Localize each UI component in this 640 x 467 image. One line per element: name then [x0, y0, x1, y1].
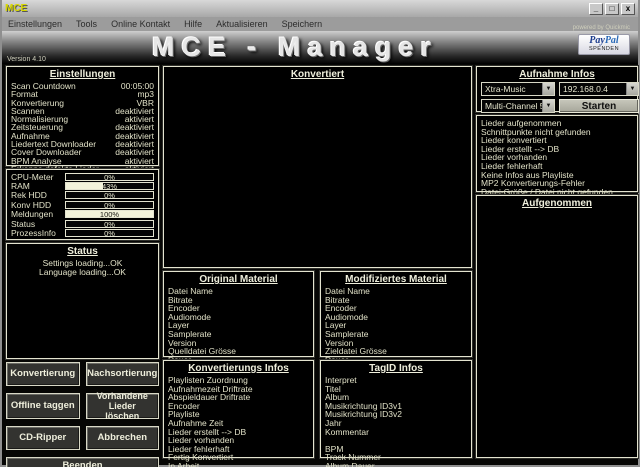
offline-taggen-button[interactable]: Offline taggen — [6, 393, 80, 419]
field-label: Audiomode — [168, 313, 309, 322]
menu-online-kontakt[interactable]: Online Kontakt — [111, 19, 170, 29]
meter-row: Meldungen 100% — [11, 210, 154, 219]
chevron-down-icon[interactable]: ▼ — [542, 100, 554, 112]
status-meter-bar: 0% — [65, 220, 154, 228]
tagid-infos-title: TagID Infos — [325, 363, 467, 374]
original-material-panel: Original Material Datei Name Bitrate Enc… — [163, 271, 314, 357]
starten-button[interactable]: Starten — [559, 99, 639, 113]
app-title: MCE - Manager — [152, 32, 438, 63]
header-banner: MCE - Manager PayPal SPENDEN — [2, 31, 638, 64]
konvertiert-panel: Konvertiert — [163, 66, 472, 268]
menu-hilfe[interactable]: Hilfe — [184, 19, 202, 29]
recording-messages-panel: Lieder aufgenommen Schnittpunkte nicht g… — [476, 115, 638, 192]
powered-by-text: powered by Quickmic — [573, 25, 630, 31]
vorhandene-lieder-loeschen-button[interactable]: Vorhandene Lieder löschen — [86, 393, 160, 419]
ram-meter-bar: 43% — [65, 182, 154, 190]
meter-row: Konv HDD 0% — [11, 200, 154, 209]
action-buttons: Konvertierung Nachsortierung Offline tag… — [6, 362, 159, 460]
abbrechen-button[interactable]: Abbrechen — [86, 426, 160, 450]
tagid-infos-panel: TagID Infos Interpret Titel Album Musikr… — [320, 360, 472, 458]
meter-row: CPU-Meter 0% — [11, 172, 154, 181]
menu-aktualisieren[interactable]: Aktualisieren — [216, 19, 268, 29]
chevron-down-icon[interactable]: ▼ — [626, 83, 638, 95]
paypal-donate-label: SPENDEN — [579, 46, 629, 52]
nachsortierung-button[interactable]: Nachsortierung — [86, 362, 160, 386]
ip-select[interactable]: 192.168.0.4 ▼ — [559, 82, 639, 96]
aufgenommen-title: Aufgenommen — [481, 198, 633, 209]
conversion-infos-panel: Konvertierungs Infos Playlisten Zuordnun… — [163, 360, 314, 458]
version-text: Version 4.10 — [7, 56, 46, 63]
title-bar: MCE _ □ x — [2, 0, 638, 17]
close-button[interactable]: x — [621, 3, 635, 15]
meters-panel: CPU-Meter 0% RAM 43% Rek HDD 0% Konv HDD… — [6, 169, 159, 240]
field-label: Interpret — [325, 376, 467, 385]
original-material-title: Original Material — [168, 274, 309, 285]
field-label: Kommentar — [325, 428, 467, 437]
menu-bar: Einstellungen Tools Online Kontakt Hilfe… — [2, 17, 638, 31]
field-spacer — [325, 436, 467, 445]
status-line: Language loading...OK — [11, 268, 154, 277]
maximize-button[interactable]: □ — [605, 3, 619, 15]
settings-title: Einstellungen — [11, 69, 154, 80]
aufnahme-infos-title: Aufnahme Infos — [481, 69, 633, 80]
aufgenommen-panel: Aufgenommen — [476, 195, 638, 458]
konvertierung-button[interactable]: Konvertierung — [6, 362, 80, 386]
cpu-meter-bar: 0% — [65, 173, 154, 181]
menu-speichern[interactable]: Speichern — [282, 19, 323, 29]
field-label: Audiomode — [325, 313, 467, 322]
meldungen-meter-bar: 100% — [65, 210, 154, 218]
source-select[interactable]: Xtra-Music ▼ — [481, 82, 555, 96]
konv-hdd-meter-bar: 0% — [65, 201, 154, 209]
konvertiert-title: Konvertiert — [168, 69, 467, 80]
conversion-infos-title: Konvertierungs Infos — [168, 363, 309, 374]
mce-manager-window: MCE _ □ x Einstellungen Tools Online Kon… — [0, 0, 640, 467]
meter-row: Status 0% — [11, 219, 154, 228]
minimize-button[interactable]: _ — [589, 3, 603, 15]
field-label: In Arbeit — [168, 462, 309, 467]
modified-material-title: Modifiziertes Material — [325, 274, 467, 285]
status-panel: Status Settings loading...OK Language lo… — [6, 243, 159, 359]
beenden-button[interactable]: Beenden — [6, 457, 159, 467]
menu-einstellungen[interactable]: Einstellungen — [8, 19, 62, 29]
rek-hdd-meter-bar: 0% — [65, 191, 154, 199]
field-label: Musikrichtung ID3v2 — [325, 410, 467, 419]
meter-row: Rek HDD 0% — [11, 191, 154, 200]
modified-material-panel: Modifiziertes Material Datei Name Bitrat… — [320, 271, 472, 357]
meter-row: RAM 43% — [11, 181, 154, 190]
channel-select[interactable]: Multi-Channel 5 ▼ — [481, 99, 555, 113]
window-title: MCE — [5, 3, 27, 14]
chevron-down-icon[interactable]: ▼ — [542, 83, 554, 95]
status-title: Status — [11, 246, 154, 257]
field-label: Album Dauer — [325, 462, 467, 467]
settings-panel: Einstellungen Scan Countdown00:05:00 For… — [6, 66, 159, 166]
menu-tools[interactable]: Tools — [76, 19, 97, 29]
paypal-logo: PayPal — [579, 36, 629, 46]
cd-ripper-button[interactable]: CD-Ripper — [6, 426, 80, 450]
paypal-donate-button[interactable]: PayPal SPENDEN — [578, 34, 630, 55]
meter-row: ProzessInfo 0% — [11, 228, 154, 237]
aufnahme-infos-panel: Aufnahme Infos Xtra-Music ▼ 192.168.0.4 … — [476, 66, 638, 112]
prozessinfo-meter-bar: 0% — [65, 229, 154, 237]
